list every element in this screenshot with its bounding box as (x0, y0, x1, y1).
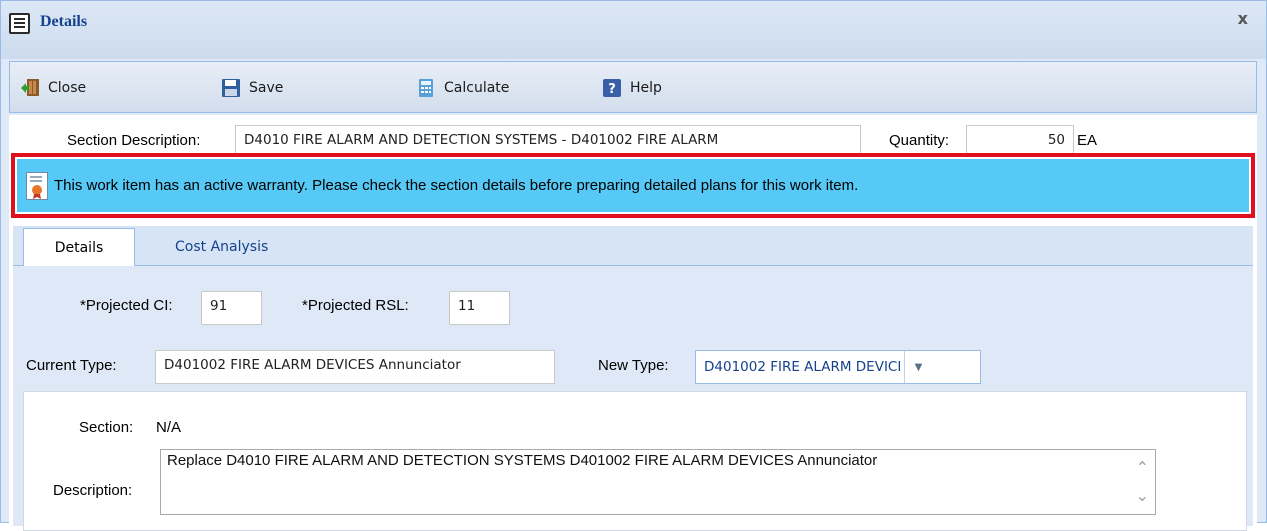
window-close-icon[interactable]: x (1238, 9, 1248, 28)
section-description-label: Section Description: (67, 132, 201, 149)
details-window: Details x Close Save Calculate ? Help Se… (0, 0, 1267, 531)
window-title: Details (40, 13, 88, 30)
title-bar: Details x (1, 1, 1266, 59)
calculate-button[interactable]: Calculate (416, 75, 509, 101)
save-button[interactable]: Save (221, 75, 283, 101)
calculator-icon (416, 78, 436, 98)
new-type-label: New Type: (598, 357, 669, 374)
details-tab-panel: *Projected CI: 91 *Projected RSL: 11 Cur… (13, 266, 1253, 531)
close-label: Close (48, 80, 87, 96)
projected-rsl-label: *Projected RSL: (302, 297, 409, 314)
calculate-label: Calculate (444, 80, 510, 96)
certificate-icon (26, 171, 48, 200)
projected-ci-field[interactable]: 91 (201, 291, 262, 325)
section-label: Section: (79, 419, 134, 436)
content-panel: Section Description: D4010 FIRE ALARM AN… (9, 115, 1257, 531)
description-label: Description: (53, 482, 133, 499)
projected-ci-label: *Projected CI: (80, 297, 173, 314)
scroll-up-icon[interactable]: ⌃ (1136, 458, 1149, 477)
tab-cost-analysis[interactable]: Cost Analysis (161, 228, 282, 266)
help-button[interactable]: ? Help (602, 75, 662, 101)
tab-strip: Details Cost Analysis (13, 226, 1253, 267)
svg-text:?: ? (608, 82, 616, 97)
save-label: Save (249, 80, 284, 96)
warranty-warning-text: This work item has an active warranty. P… (54, 177, 859, 194)
current-type-label: Current Type: (26, 357, 117, 374)
scroll-down-icon[interactable]: ⌄ (1136, 486, 1149, 505)
description-textarea[interactable]: Replace D4010 FIRE ALARM AND DETECTION S… (160, 449, 1156, 515)
close-button[interactable]: Close (20, 75, 86, 101)
projected-rsl-field[interactable]: 11 (449, 291, 510, 325)
quantity-unit: EA (1077, 132, 1098, 149)
warranty-warning-banner: This work item has an active warranty. P… (17, 159, 1249, 212)
tab-details[interactable]: Details (23, 228, 135, 267)
section-value: N/A (156, 419, 182, 436)
description-text: Replace D4010 FIRE ALARM AND DETECTION S… (167, 452, 878, 469)
form-icon (9, 13, 30, 34)
section-description-group: Section: N/A Description: Replace D4010 … (23, 391, 1247, 531)
chevron-down-icon[interactable]: ▼ (904, 351, 932, 383)
current-type-field[interactable]: D401002 FIRE ALARM DEVICES Annunciator (155, 350, 555, 384)
new-type-select[interactable]: D401002 FIRE ALARM DEVICI ▼ (695, 350, 981, 384)
floppy-disk-icon (221, 78, 241, 98)
help-icon: ? (602, 78, 622, 98)
toolbar: Close Save Calculate ? Help (9, 61, 1257, 113)
new-type-value: D401002 FIRE ALARM DEVICI (704, 359, 902, 375)
exit-door-icon (20, 78, 40, 98)
help-label: Help (630, 80, 662, 96)
quantity-label: Quantity: (889, 132, 950, 149)
